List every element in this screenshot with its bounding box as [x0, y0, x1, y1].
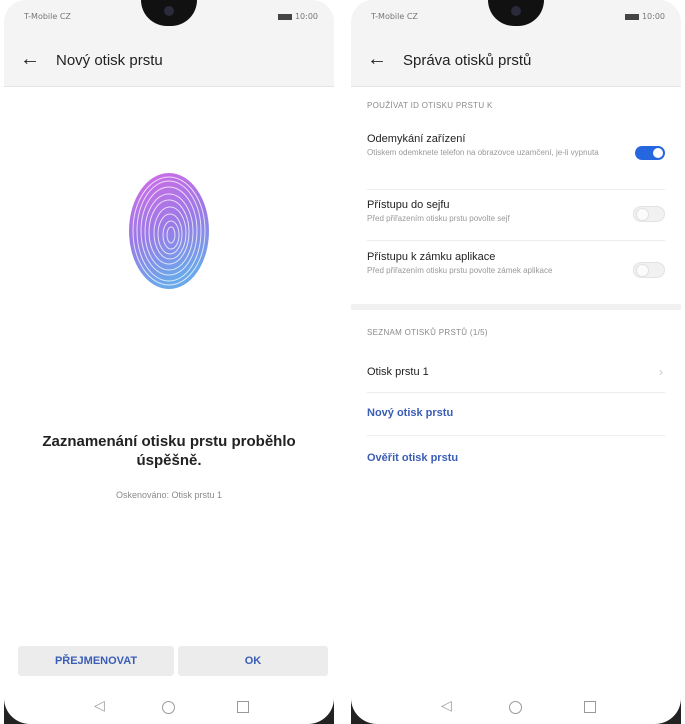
setting-title: Přístupu k zámku aplikace	[367, 251, 496, 263]
page-title: Nový otisk prstu	[56, 52, 163, 69]
scanned-label: Oskenováno: Otisk prstu 1	[115, 490, 223, 500]
carrier-label: T-Mobile CZ	[24, 12, 71, 21]
status-right: 10:00	[277, 12, 318, 21]
chevron-right-icon: ›	[659, 365, 663, 379]
setting-row-app-lock[interactable]: Přístupu k zámku aplikace Před přiřazení…	[351, 244, 681, 300]
toggle-knob	[653, 148, 663, 158]
app-bar: ← Správa otisků prstů	[351, 36, 681, 87]
rename-button[interactable]: PŘEJMENOVAT	[18, 646, 174, 676]
verify-fingerprint-link[interactable]: Ověřit otisk prstu	[367, 452, 458, 464]
phone-screen-fingerprint-management: T-Mobile CZ 10:00 ← Správa otisků prstů …	[351, 0, 681, 724]
clock: 10:00	[641, 12, 665, 21]
page-title: Správa otisků prstů	[403, 52, 532, 69]
success-message: Zaznamenání otisku prstu proběhlo úspěšn…	[42, 433, 296, 469]
divider	[367, 240, 665, 241]
setting-title: Přístupu do sejfu	[367, 199, 450, 211]
toggle-knob	[636, 264, 649, 277]
section-divider	[351, 304, 681, 310]
battery-icon	[624, 13, 639, 20]
status-bar: T-Mobile CZ 10:00	[4, 0, 334, 36]
fingerprint-list-item[interactable]: Otisk prstu 1 ›	[351, 356, 681, 390]
app-lock-toggle[interactable]	[633, 262, 665, 278]
device-unlock-toggle[interactable]	[635, 146, 665, 160]
battery-icon	[277, 13, 292, 20]
nav-back-icon[interactable]: ◁	[441, 697, 452, 714]
nav-recent-icon[interactable]	[237, 701, 249, 713]
phone-screen-new-fingerprint: T-Mobile CZ 10:00 ← Nový otisk prstu Zaz…	[4, 0, 334, 724]
carrier-label: T-Mobile CZ	[371, 12, 418, 21]
setting-subtitle: Otiskem odemknete telefon na obrazovce u…	[367, 148, 599, 157]
navigation-bar: ◁	[4, 694, 334, 724]
camera-notch	[141, 0, 197, 26]
divider	[367, 189, 665, 190]
app-bar: ← Nový otisk prstu	[4, 36, 334, 87]
section-header-use: POUŽÍVAT ID OTISKU PRSTU K	[367, 101, 493, 110]
back-arrow-icon[interactable]: ←	[20, 48, 40, 71]
setting-row-device-unlock[interactable]: Odemykání zařízení Otiskem odemknete tel…	[351, 126, 681, 182]
status-right: 10:00	[624, 12, 665, 21]
setting-subtitle: Před přiřazením otisku prstu povolte sej…	[367, 214, 510, 223]
clock: 10:00	[294, 12, 318, 21]
setting-title: Odemykání zařízení	[367, 133, 466, 145]
setting-row-safe-access[interactable]: Přístupu do sejfu Před přiřazením otisku…	[351, 192, 681, 236]
nav-recent-icon[interactable]	[584, 701, 596, 713]
nav-home-icon[interactable]	[509, 701, 522, 714]
camera-notch	[488, 0, 544, 26]
divider	[367, 392, 665, 393]
back-arrow-icon[interactable]: ←	[367, 48, 387, 71]
status-bar: T-Mobile CZ 10:00	[351, 0, 681, 36]
setting-subtitle: Před přiřazením otisku prstu povolte zám…	[367, 266, 553, 275]
nav-back-icon[interactable]: ◁	[94, 697, 105, 714]
new-fingerprint-link[interactable]: Nový otisk prstu	[367, 407, 453, 419]
nav-home-icon[interactable]	[162, 701, 175, 714]
section-header-list: SEZNAM OTISKŮ PRSTŮ (1/5)	[367, 328, 488, 337]
navigation-bar: ◁	[351, 694, 681, 724]
safe-access-toggle[interactable]	[633, 206, 665, 222]
divider	[367, 435, 665, 436]
fingerprint-name: Otisk prstu 1	[367, 366, 429, 378]
ok-button[interactable]: OK	[178, 646, 328, 676]
fingerprint-icon	[129, 173, 209, 289]
toggle-knob	[636, 208, 649, 221]
